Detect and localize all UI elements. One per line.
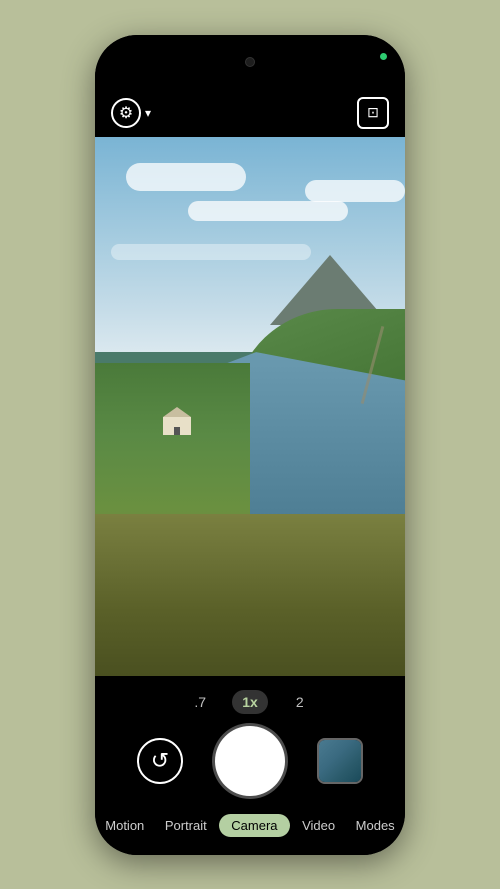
gallery-button[interactable]: ⊡ (357, 97, 389, 129)
status-indicator (380, 53, 387, 60)
house-roof (163, 407, 191, 417)
gallery-thumbnail[interactable] (317, 738, 363, 784)
house-door (174, 427, 180, 435)
zoom-controls: .7 1x 2 (186, 690, 314, 714)
mode-portrait[interactable]: Portrait (157, 814, 215, 837)
chevron-down-icon: ▾ (145, 106, 151, 120)
shutter-button[interactable] (215, 726, 285, 796)
cloud (126, 163, 246, 191)
settings-button[interactable]: ⚙ ▾ (111, 98, 151, 128)
mode-video[interactable]: Video (294, 814, 343, 837)
landscape-scene (95, 137, 405, 676)
camera-top-controls: ⚙ ▾ ⊡ (95, 89, 405, 137)
phone-screen: ⚙ ▾ ⊡ (95, 35, 405, 855)
gallery-thumb-image (319, 740, 361, 782)
house (163, 417, 191, 435)
mode-modes[interactable]: Modes (348, 814, 403, 837)
modes-row: Motion Portrait Camera Video Modes (95, 808, 405, 847)
foreground (95, 514, 405, 676)
phone-frame: ⚙ ▾ ⊡ (95, 35, 405, 855)
camera-bottom-controls: .7 1x 2 ↺ Motion Portrait Camera Video (95, 676, 405, 855)
zoom-07-button[interactable]: .7 (186, 694, 214, 710)
gallery-icon: ⊡ (367, 104, 379, 121)
house-body (163, 417, 191, 435)
zoom-1x-button[interactable]: 1x (232, 690, 268, 714)
zoom-2x-button[interactable]: 2 (286, 694, 314, 710)
top-bar (95, 35, 405, 89)
settings-icon: ⚙ (111, 98, 141, 128)
flip-camera-button[interactable]: ↺ (137, 738, 183, 784)
mode-motion[interactable]: Motion (97, 814, 152, 837)
front-camera (245, 57, 255, 67)
shutter-row: ↺ (95, 726, 405, 796)
viewfinder[interactable] (95, 137, 405, 676)
cloud (188, 201, 348, 221)
flip-icon: ↺ (151, 748, 169, 774)
mode-camera[interactable]: Camera (219, 814, 289, 837)
cloud (305, 180, 405, 202)
